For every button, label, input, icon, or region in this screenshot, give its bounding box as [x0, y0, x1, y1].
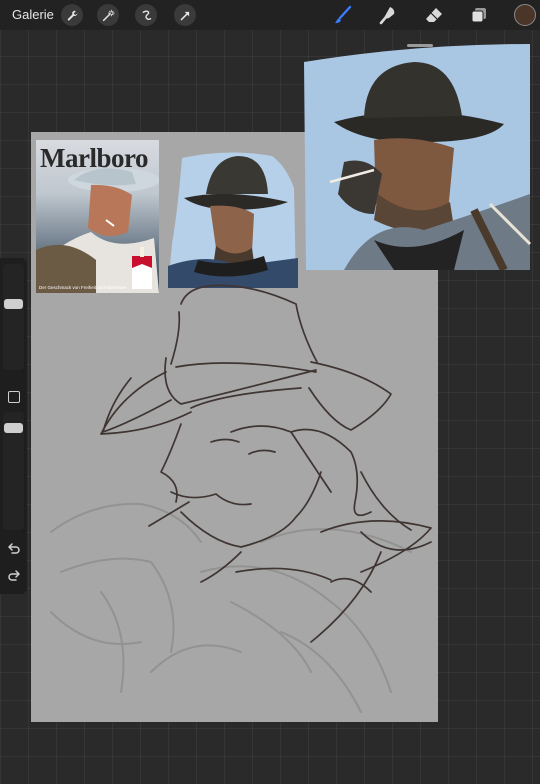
color-picker-button[interactable] — [514, 4, 536, 26]
smudge-tool-button[interactable] — [376, 3, 400, 27]
redo-icon[interactable] — [6, 568, 22, 584]
brush-size-slider[interactable] — [3, 264, 24, 370]
adjustments-button[interactable] — [97, 4, 119, 26]
layers-icon — [471, 8, 486, 23]
actions-button[interactable] — [61, 4, 83, 26]
brush-opacity-slider[interactable] — [3, 412, 24, 530]
top-toolbar: Galerie — [0, 0, 540, 30]
wrench-icon — [67, 10, 77, 20]
magic-wand-icon — [102, 9, 115, 21]
reference-drag-handle[interactable] — [407, 44, 433, 47]
undo-icon[interactable] — [6, 541, 22, 557]
brush-icon — [335, 5, 352, 24]
smudge-icon — [379, 7, 395, 25]
eraser-tool-button[interactable] — [422, 3, 446, 27]
transform-arrow-icon — [180, 11, 189, 20]
modify-button[interactable] — [8, 391, 20, 403]
selection-icon — [142, 10, 151, 20]
transform-button[interactable] — [174, 4, 196, 26]
brush-size-thumb[interactable] — [4, 299, 23, 309]
gallery-button[interactable]: Galerie — [12, 7, 54, 22]
brush-opacity-thumb[interactable] — [4, 423, 23, 433]
brush-tool-button[interactable] — [331, 3, 355, 27]
eraser-icon — [426, 8, 442, 22]
selection-button[interactable] — [135, 4, 157, 26]
side-bar — [0, 258, 27, 594]
layers-button[interactable] — [467, 3, 491, 27]
cowboy-sketch-drawing — [50, 284, 432, 713]
